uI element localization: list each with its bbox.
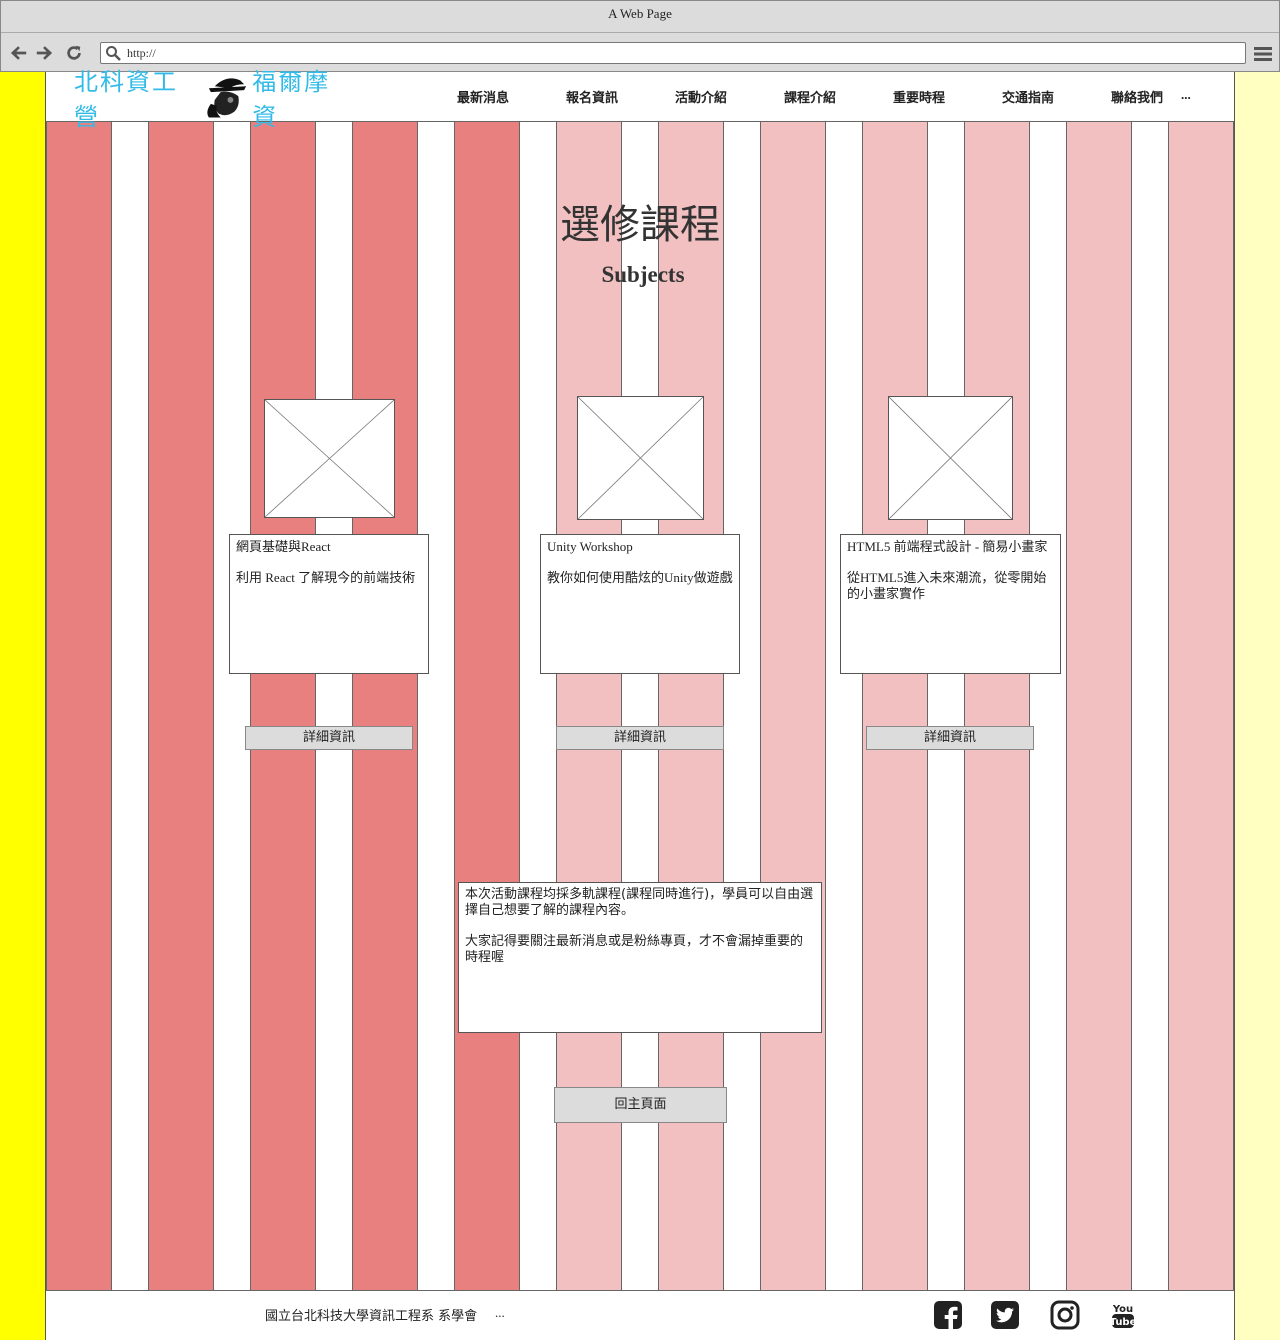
facebook-icon[interactable] [933,1300,963,1330]
nav-item-contact[interactable]: 聯絡我們 [1111,87,1181,106]
instagram-icon[interactable] [1050,1300,1080,1330]
course-image-placeholder [888,396,1013,520]
url-text[interactable]: http:// [127,46,156,61]
back-arrow-icon[interactable] [9,43,29,63]
course-details-button[interactable]: 詳細資訊 [556,726,724,750]
grid-column [46,122,112,1290]
back-to-home-button[interactable]: 回主頁面 [554,1087,727,1123]
nav-item-news[interactable]: 最新消息 [457,87,566,106]
grid-column [964,122,1030,1290]
grid-column [352,122,418,1290]
nav-more[interactable]: ... [1181,87,1191,106]
forward-arrow-icon[interactable] [34,43,54,63]
url-bar[interactable]: http:// [100,42,1246,64]
footer-more[interactable]: ... [495,1305,505,1321]
detective-logo-icon [207,78,247,118]
notice-line: 本次活動課程均採多軌課程(課程同時進行)，學員可以自由選擇自己想要了解的課程內容… [465,887,814,918]
grid-column [1168,122,1234,1290]
hamburger-menu-icon[interactable] [1253,44,1273,64]
chrome-divider [1,32,1279,33]
course-name: HTML5 前端程式設計 - 簡易小畫家 [847,539,1048,554]
page-subtitle: Subjects [601,262,685,287]
course-details-button[interactable]: 詳細資訊 [245,726,413,750]
course-description: 從HTML5進入未來潮流，從零開始的小畫家實作 [847,570,1047,601]
youtube-icon[interactable]: You Tube [1108,1300,1138,1330]
svg-text:Tube: Tube [1110,1317,1137,1328]
nav-item-transport[interactable]: 交通指南 [1002,87,1111,106]
logo-text-right: 福爾摩資 [252,68,331,131]
course-card: Unity Workshop 教你如何使用酷炫的Unity做遊戲 [540,534,740,674]
site-logo[interactable]: 北科資工營 福爾摩資 [74,68,354,131]
course-image-placeholder [264,399,395,518]
footer-text: 國立台北科技大學資訊工程系 系學會 [265,1309,478,1324]
course-card: HTML5 前端程式設計 - 簡易小畫家 從HTML5進入未來潮流，從零開始的小… [840,534,1061,674]
twitter-icon[interactable] [990,1300,1020,1330]
nav-item-courses[interactable]: 課程介紹 [784,87,893,106]
nav-item-schedule[interactable]: 重要時程 [893,87,1002,106]
course-description: 教你如何使用酷炫的Unity做遊戲 [547,570,733,585]
nav-item-activities[interactable]: 活動介紹 [675,87,784,106]
grid-column [862,122,928,1290]
course-image-placeholder [577,396,704,520]
course-name: Unity Workshop [547,539,633,554]
grid-column [148,122,214,1290]
svg-text:You: You [1112,1304,1133,1315]
grid-column [250,122,316,1290]
grid-column [1066,122,1132,1290]
nav-item-registration[interactable]: 報名資訊 [566,87,675,106]
course-name: 網頁基礎與React [236,539,331,554]
notice-line: 大家記得要關注最新消息或是粉絲專頁，才不會漏掉重要的時程喔 [465,934,804,965]
course-card: 網頁基礎與React 利用 React 了解現今的前端技術 [229,534,429,674]
course-description: 利用 React 了解現今的前端技術 [236,570,416,585]
course-details-button[interactable]: 詳細資訊 [866,726,1034,750]
site-footer: 國立台北科技大學資訊工程系 系學會 ... You Tube [46,1290,1234,1340]
page-title: 選修課程 [560,202,720,247]
grid-column [760,122,826,1290]
reload-icon[interactable] [64,43,84,63]
main-nav: 最新消息 報名資訊 活動介紹 課程介紹 重要時程 交通指南 聯絡我們 ... [457,87,1191,106]
logo-text-left: 北科資工營 [74,68,178,131]
window-title: A Web Page [608,6,672,21]
course-notice: 本次活動課程均採多軌課程(課程同時進行)，學員可以自由選擇自己想要了解的課程內容… [458,882,822,1033]
site-header: 北科資工營 福爾摩資 最新消息 報名資訊 活動介紹 課程介紹 重要時程 交通指南… [46,68,1234,131]
search-icon [105,45,121,61]
grid-column [454,122,520,1290]
